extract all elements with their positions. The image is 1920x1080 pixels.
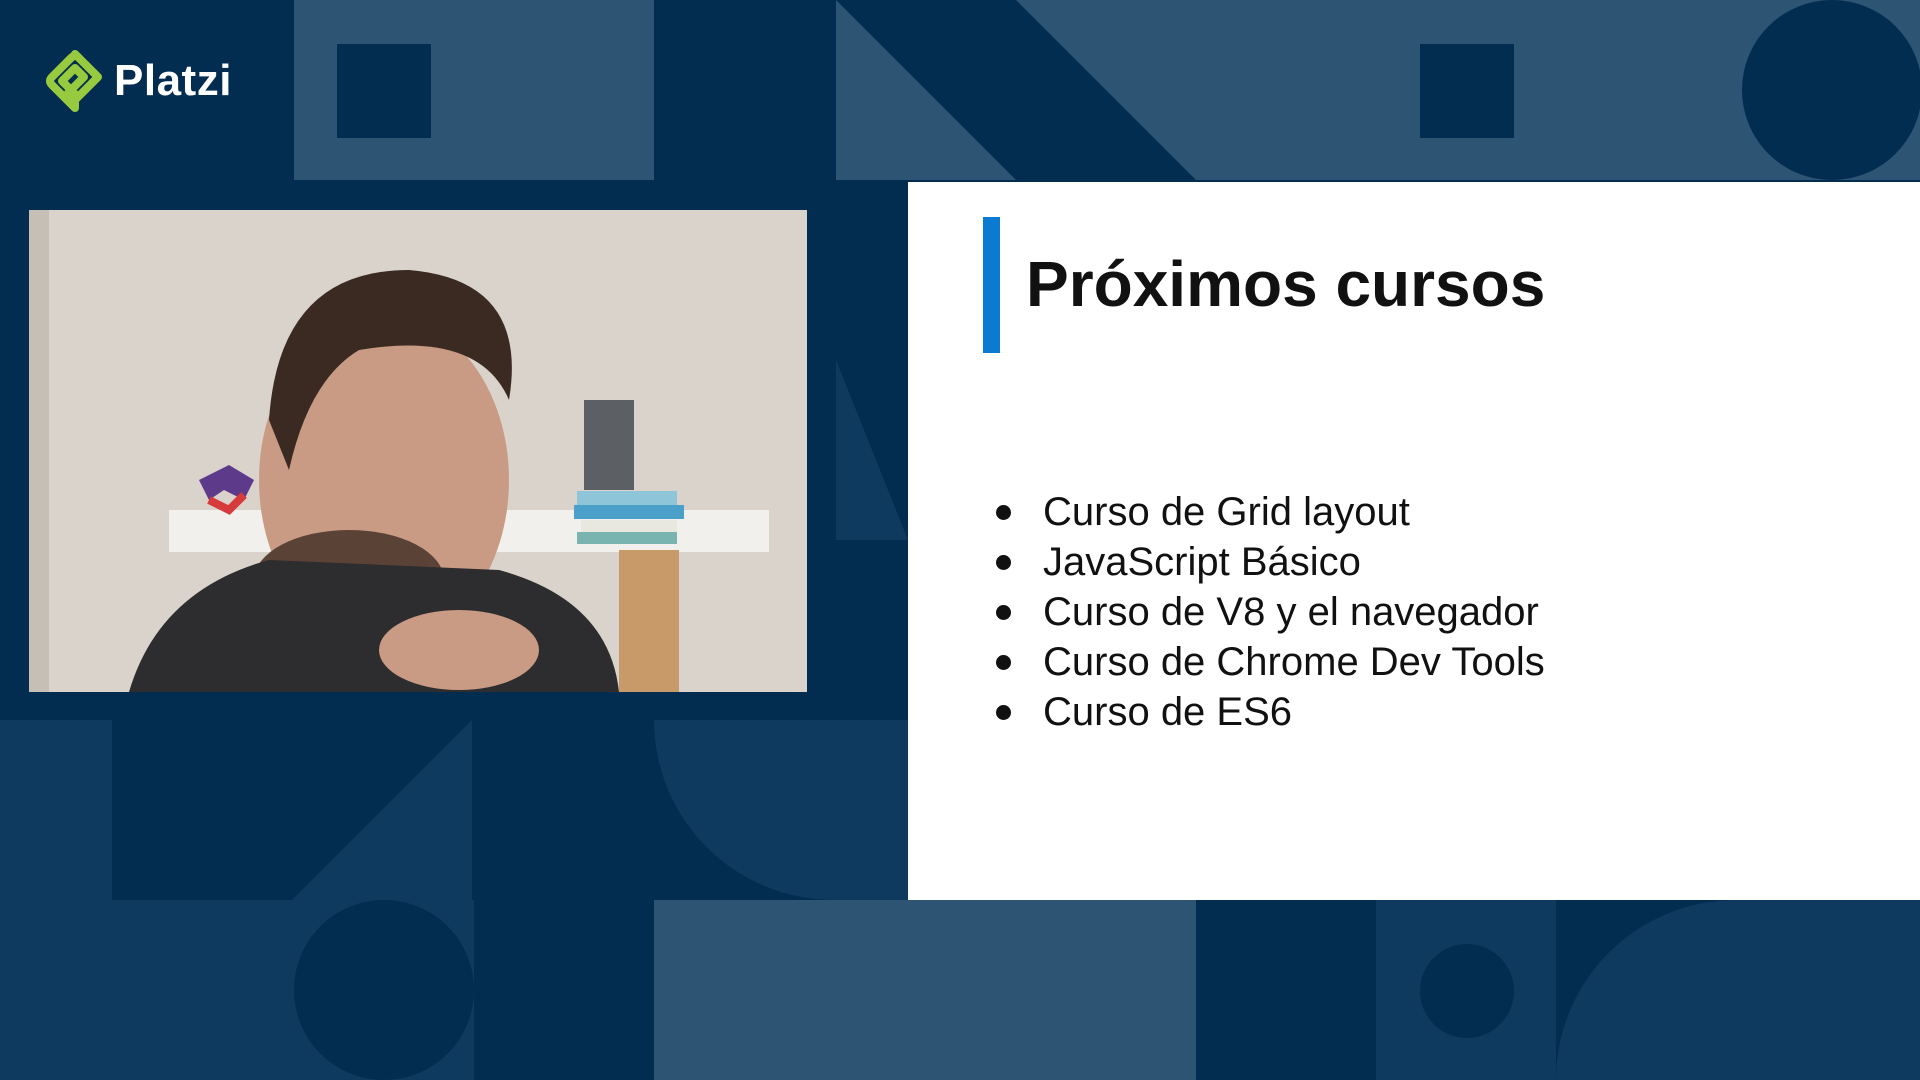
- bg-tile: [292, 720, 472, 900]
- slide-card: Próximos cursos Curso de Grid layout Jav…: [908, 182, 1920, 900]
- course-name: Curso de Chrome Dev Tools: [1043, 640, 1545, 684]
- bg-tile: [836, 0, 1016, 180]
- bg-tile: [1196, 0, 1376, 180]
- platzi-logo-icon: [46, 50, 102, 112]
- list-item: Curso de Chrome Dev Tools: [988, 637, 1545, 687]
- bg-tile: [836, 360, 908, 540]
- bg-tile: [1420, 944, 1514, 1038]
- bg-tile: [1556, 0, 1736, 180]
- bg-tile: [294, 900, 474, 1080]
- bg-tile: [654, 900, 1014, 1080]
- list-item: Curso de V8 y el navegador: [988, 587, 1545, 637]
- bg-tile: [1556, 900, 1920, 1080]
- list-item: Curso de ES6: [988, 687, 1545, 737]
- list-item: JavaScript Básico: [988, 537, 1545, 587]
- bullet-icon: [996, 504, 1011, 520]
- platzi-logo: Platzi: [46, 50, 232, 112]
- bg-tile: [1016, 0, 1196, 180]
- course-name: Curso de Grid layout: [1043, 490, 1410, 534]
- list-item: Curso de Grid layout: [988, 487, 1545, 537]
- bullet-icon: [996, 704, 1011, 720]
- bullet-icon: [996, 554, 1011, 570]
- bullet-icon: [996, 654, 1011, 670]
- title-accent-bar: [983, 217, 1000, 353]
- course-name: Curso de V8 y el navegador: [1043, 590, 1539, 634]
- bullet-icon: [996, 604, 1011, 620]
- bg-tile: [654, 720, 908, 900]
- slide-title: Próximos cursos: [1026, 248, 1546, 320]
- bg-tile: [1014, 900, 1196, 1080]
- bg-tile: [337, 44, 431, 138]
- instructor-video: [29, 210, 807, 692]
- bg-tile: [1742, 0, 1920, 180]
- course-name: JavaScript Básico: [1043, 540, 1361, 584]
- course-list: Curso de Grid layout JavaScript Básico C…: [988, 487, 1545, 737]
- bg-tile: [1420, 44, 1514, 138]
- bg-tile: [0, 900, 294, 1080]
- bg-tile: [474, 0, 654, 180]
- instructor-video-frame: [29, 210, 807, 692]
- platzi-logo-wordmark: Platzi: [114, 56, 232, 105]
- course-name: Curso de ES6: [1043, 690, 1293, 734]
- bg-tile: [0, 720, 112, 900]
